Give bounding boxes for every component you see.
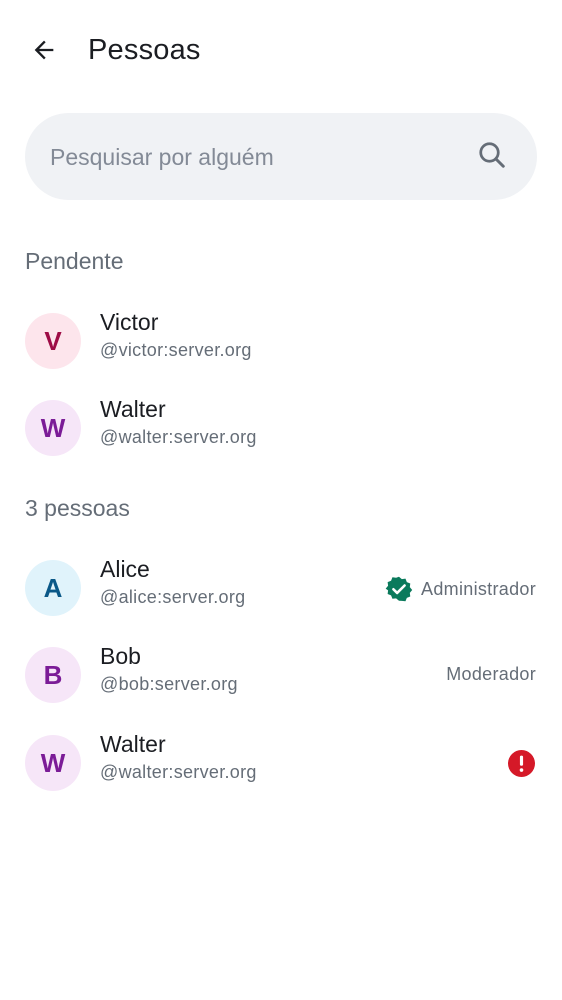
role-text: Moderador <box>446 664 536 684</box>
member-handle: @walter:server.org <box>100 427 257 447</box>
avatar: W <box>25 400 81 456</box>
avatar: B <box>25 647 81 703</box>
verified-badge-icon <box>385 576 413 602</box>
member-name: Bob <box>100 643 141 669</box>
list-item[interactable]: A Alice @alice:server.org Administrador <box>0 548 562 628</box>
list-item[interactable]: B Bob @bob:server.org Moderador <box>0 635 562 715</box>
search-input[interactable] <box>50 135 470 179</box>
avatar: V <box>25 313 81 369</box>
list-item[interactable]: W Walter @walter:server.org <box>0 388 562 468</box>
page-title: Pessoas <box>88 34 201 66</box>
member-name: Walter <box>100 731 166 757</box>
role-label: Administrador <box>385 575 536 603</box>
search-icon[interactable] <box>477 140 507 170</box>
member-handle: @walter:server.org <box>100 762 257 782</box>
section-header-members: 3 pessoas <box>25 495 130 521</box>
list-item[interactable]: V Victor @victor:server.org <box>0 301 562 381</box>
search-bar[interactable] <box>25 113 537 200</box>
role-text: Administrador <box>421 579 536 599</box>
member-handle: @alice:server.org <box>100 587 246 607</box>
section-header-pending: Pendente <box>25 248 124 274</box>
member-name: Walter <box>100 396 166 422</box>
top-app-bar: Pessoas <box>0 0 562 100</box>
member-handle: @bob:server.org <box>100 674 238 694</box>
member-name: Alice <box>100 556 150 582</box>
back-button[interactable] <box>26 32 62 68</box>
error-icon <box>508 750 535 777</box>
list-item[interactable]: W Walter @walter:server.org <box>0 723 562 803</box>
avatar: W <box>25 735 81 791</box>
member-name: Victor <box>100 309 159 335</box>
member-handle: @victor:server.org <box>100 340 252 360</box>
role-label: Moderador <box>446 662 536 686</box>
arrow-left-icon <box>34 40 54 60</box>
avatar: A <box>25 560 81 616</box>
